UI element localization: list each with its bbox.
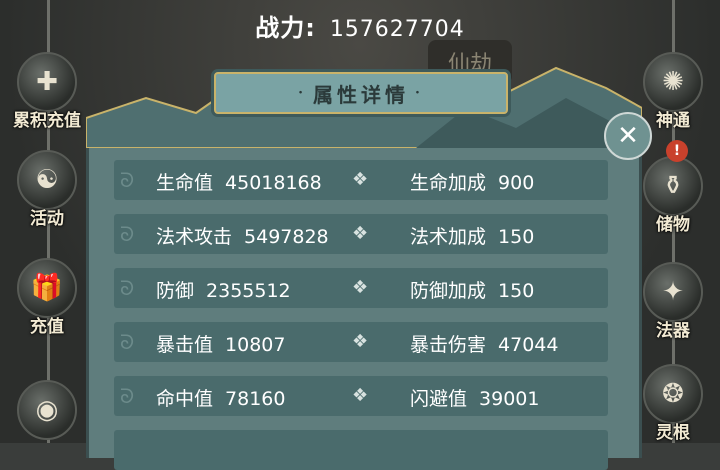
attr-value: 5497828	[244, 226, 329, 248]
attr-value: 900	[498, 172, 535, 194]
attr-name: 法术攻击	[156, 226, 233, 248]
spirit-root-icon: ❂	[643, 364, 703, 424]
menu-spirit-root-label: 灵根	[656, 423, 690, 443]
menu-storage-label: 储物	[656, 215, 690, 235]
divine-power-icon: ✺	[643, 52, 703, 112]
swirl-icon: ᘐ	[120, 330, 135, 354]
orb-icon: ◉	[17, 380, 77, 440]
combat-power-value: 157627704	[329, 17, 465, 42]
taiji-icon: ☯	[17, 150, 77, 210]
panel-title-text: 属性详情	[313, 82, 409, 107]
swirl-icon: ᘐ	[120, 276, 135, 300]
menu-artifact[interactable]: ✦ 法器	[634, 262, 712, 341]
attr-value: 45018168	[225, 172, 322, 194]
attr-value: 47044	[498, 334, 559, 356]
attr-value: 150	[498, 280, 535, 302]
attribute-row: ᘐ 法术攻击 5497828 ❖ 法术加成 150	[114, 214, 608, 254]
swirl-icon: ᘐ	[120, 222, 135, 246]
attr-name: 法术加成	[410, 226, 487, 248]
title-dot-left: ·	[298, 85, 307, 101]
swirl-icon: ᘐ	[120, 384, 135, 408]
attr-name: 暴击伤害	[410, 334, 487, 356]
menu-recharge-label: 充值	[30, 317, 64, 337]
separator-icon: ❖	[352, 385, 369, 406]
cumulative-recharge-icon: ✚	[17, 52, 77, 112]
separator-icon: ❖	[352, 223, 369, 244]
menu-left-extra[interactable]: ◉	[8, 380, 86, 440]
artifact-icon: ✦	[643, 262, 703, 322]
attr-name: 防御加成	[410, 280, 487, 302]
attr-value: 78160	[225, 388, 286, 410]
menu-activity[interactable]: ☯ 活动	[8, 150, 86, 229]
attribute-row: ᘐ 防御 2355512 ❖ 防御加成 150	[114, 268, 608, 308]
attr-value: 2355512	[206, 280, 291, 302]
title-dot-right: ·	[415, 85, 424, 101]
panel-title: · 属性详情 ·	[214, 72, 508, 114]
attr-name: 防御	[156, 280, 195, 302]
combat-power-label: 战力:	[255, 14, 316, 42]
menu-artifact-label: 法器	[656, 321, 690, 341]
menu-activity-label: 活动	[30, 209, 64, 229]
menu-storage[interactable]: ⚱ 储物	[634, 156, 712, 235]
separator-icon: ❖	[352, 331, 369, 352]
combat-power: 战力: 157627704	[0, 8, 720, 43]
menu-cumulative-recharge[interactable]: ✚ 累积充值	[8, 52, 86, 131]
menu-recharge[interactable]: 🎁 充值	[8, 258, 86, 337]
attr-name: 生命加成	[410, 172, 487, 194]
swirl-icon: ᘐ	[120, 168, 135, 192]
storage-icon: ⚱	[643, 156, 703, 216]
attribute-row: ᘐ 生命值 45018168 ❖ 生命加成 900	[114, 160, 608, 200]
notification-dot-icon: !	[666, 140, 688, 162]
menu-cumulative-recharge-label: 累积充值	[13, 111, 81, 131]
attr-value: 150	[498, 226, 535, 248]
attr-name: 命中值	[156, 388, 214, 410]
attr-name: 闪避值	[410, 388, 468, 410]
attr-name: 生命值	[156, 172, 214, 194]
attr-value: 10807	[225, 334, 286, 356]
separator-icon: ❖	[352, 169, 369, 190]
attribute-row: ᘐ 命中值 78160 ❖ 闪避值 39001	[114, 376, 608, 416]
close-button[interactable]: ✕	[604, 112, 652, 160]
gift-icon: 🎁	[17, 258, 77, 318]
attr-name: 暴击值	[156, 334, 214, 356]
menu-spirit-root[interactable]: ❂ 灵根	[634, 364, 712, 443]
attr-value: 39001	[479, 388, 540, 410]
attribute-row-partial	[114, 430, 608, 470]
separator-icon: ❖	[352, 277, 369, 298]
attribute-row: ᘐ 暴击值 10807 ❖ 暴击伤害 47044	[114, 322, 608, 362]
close-icon: ✕	[617, 121, 639, 151]
